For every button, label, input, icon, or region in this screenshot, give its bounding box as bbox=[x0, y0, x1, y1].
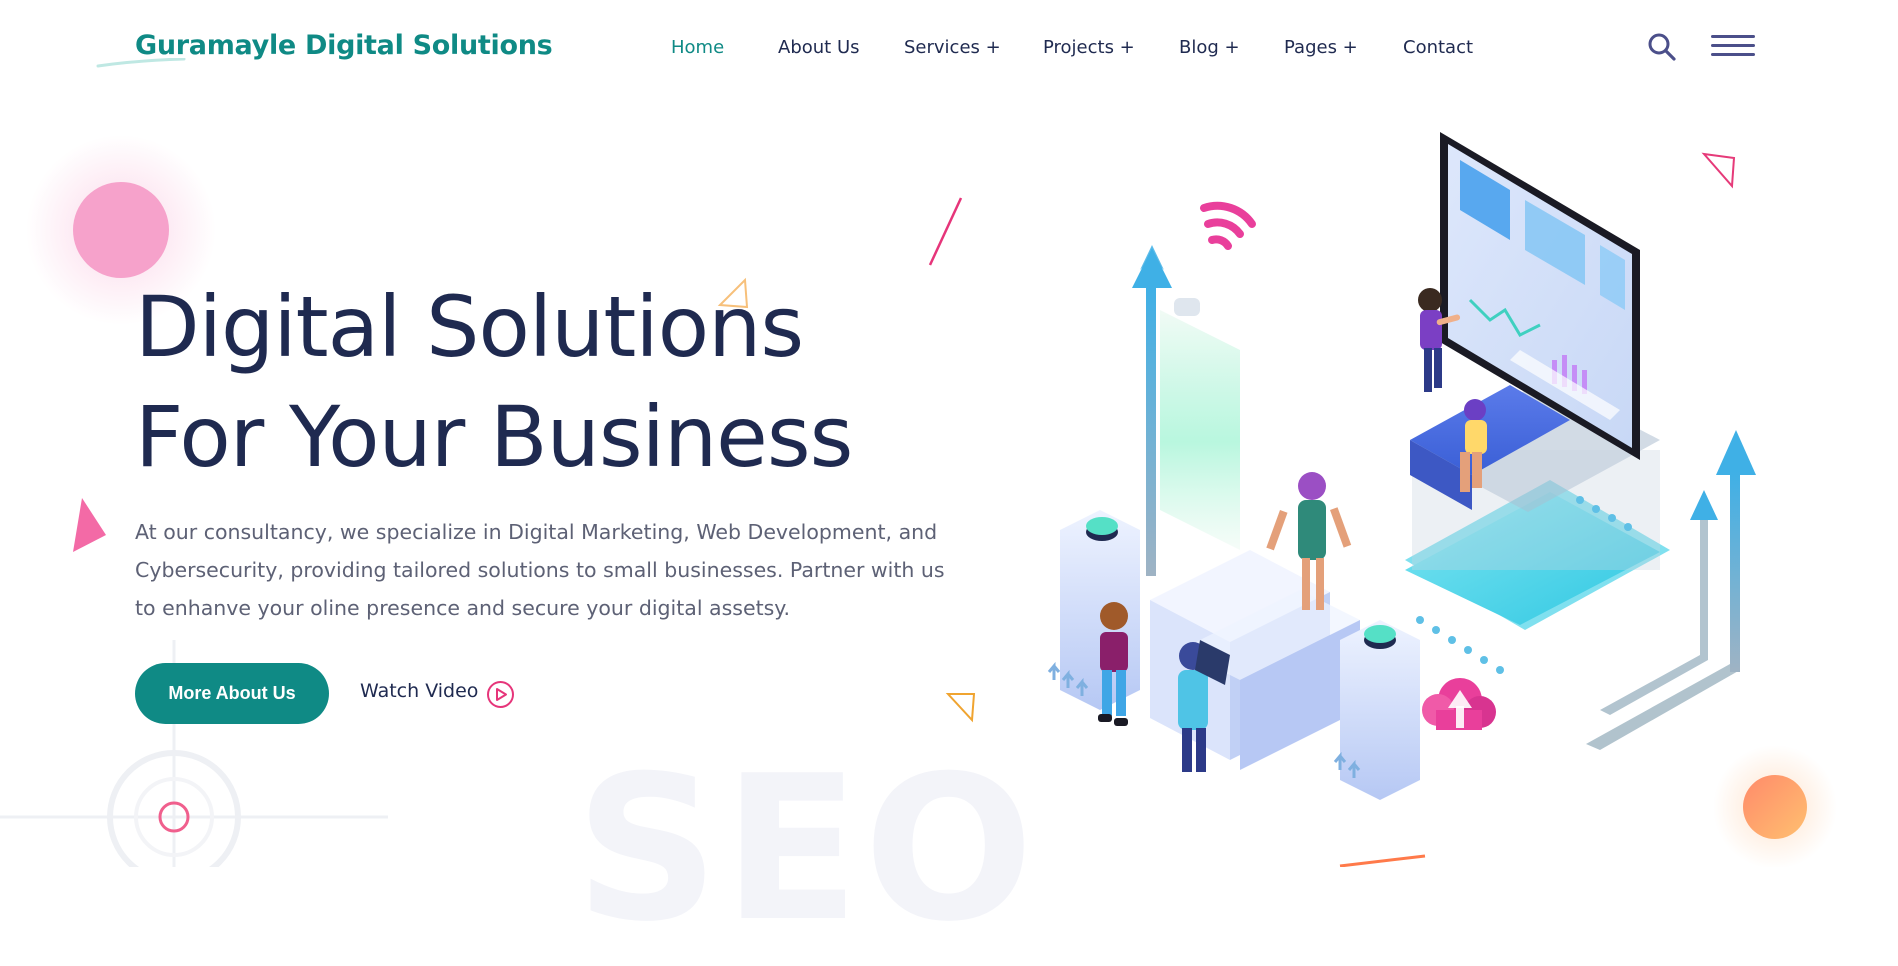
hero-illustration bbox=[1047, 132, 1756, 800]
play-circle-icon[interactable] bbox=[486, 680, 515, 709]
background-watermark-text: SEO bbox=[575, 733, 1038, 966]
hero-heading-line-2: For Your Business bbox=[135, 388, 853, 486]
nav-item-projects[interactable]: Projects + bbox=[1043, 37, 1135, 58]
hero-description: At our consultancy, we specialize in Dig… bbox=[135, 520, 945, 620]
nav-item-about-us[interactable]: About Us bbox=[778, 37, 860, 58]
more-about-us-button[interactable]: More About Us bbox=[135, 663, 329, 724]
nav-item-pages[interactable]: Pages + bbox=[1284, 37, 1358, 58]
nav-item-services[interactable]: Services + bbox=[904, 37, 1001, 58]
nav-item-blog[interactable]: Blog + bbox=[1179, 37, 1240, 58]
nav-item-home[interactable]: Home bbox=[671, 37, 724, 58]
search-icon[interactable] bbox=[1647, 32, 1677, 62]
nav-item-contact[interactable]: Contact bbox=[1403, 37, 1473, 58]
hamburger-menu-icon[interactable] bbox=[1711, 35, 1757, 57]
hero-heading-line-1: Digital Solutions bbox=[135, 278, 804, 376]
watch-video-link[interactable]: Watch Video bbox=[360, 680, 478, 702]
brand-logo[interactable]: Guramayle Digital Solutions bbox=[135, 30, 553, 61]
hero-heading: Digital Solutions For Your Business bbox=[135, 272, 853, 492]
